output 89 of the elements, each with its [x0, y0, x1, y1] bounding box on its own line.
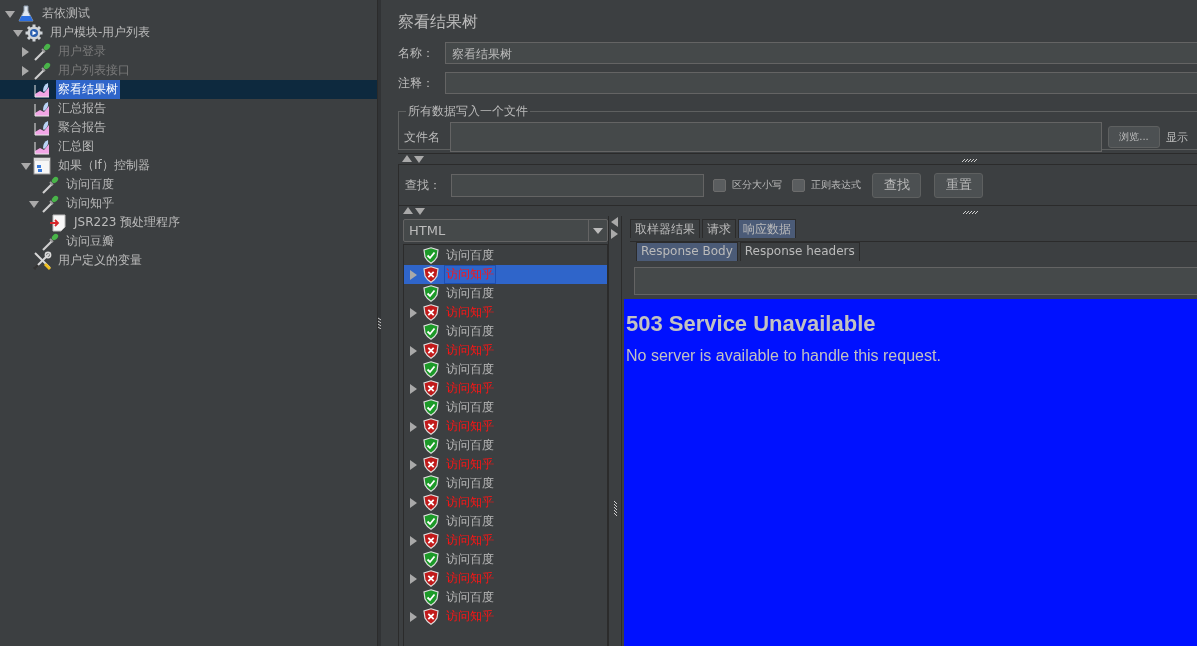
shield-cross-icon — [423, 342, 439, 359]
chart-icon — [34, 100, 50, 117]
shield-check-icon — [423, 513, 439, 530]
pipette-icon — [41, 175, 59, 194]
tree-item[interactable]: 察看结果树 — [56, 80, 120, 99]
dropdown-caret-icon — [593, 227, 603, 234]
dropdown-value: HTML — [408, 223, 447, 238]
log-option-label: 显示 — [1166, 129, 1188, 145]
search-field[interactable] — [451, 173, 704, 197]
group-title: 所有数据写入一个文件 — [407, 103, 529, 120]
tree-item[interactable]: 访问知乎 — [64, 194, 116, 213]
tools-icon — [32, 250, 52, 271]
field-label: 注释： — [398, 74, 435, 92]
gear-icon — [25, 23, 43, 42]
shield-check-icon — [423, 399, 439, 416]
tree-item[interactable]: 用户定义的变量 — [56, 251, 144, 270]
tab[interactable]: 请求 — [702, 219, 736, 238]
shield-check-icon — [423, 437, 439, 454]
shield-check-icon — [423, 361, 439, 378]
name-field[interactable]: 察看结果树 — [445, 42, 1197, 64]
filename-field[interactable] — [450, 122, 1102, 152]
tree-item[interactable]: 若依测试 — [40, 4, 92, 23]
browse-button[interactable]: 浏览... — [1108, 126, 1160, 148]
field-label: 名称： — [398, 44, 435, 62]
tab[interactable]: Response headers — [739, 242, 860, 261]
checkbox-label: 区分大小写 — [732, 178, 782, 192]
result-item[interactable]: 访问百度 — [445, 513, 495, 530]
tab[interactable]: 响应数据 — [738, 219, 796, 238]
chart-icon — [34, 119, 50, 136]
tab[interactable]: 取样器结果 — [630, 219, 700, 238]
script-icon — [50, 213, 66, 232]
renderer-dropdown[interactable]: HTML — [403, 219, 608, 242]
shield-cross-icon — [423, 570, 439, 587]
grip-icon[interactable] — [378, 317, 381, 329]
find-button[interactable]: 查找 — [872, 172, 921, 198]
reset-button[interactable]: 重置 — [934, 172, 983, 198]
shield-cross-icon — [423, 380, 439, 397]
shield-cross-icon — [423, 494, 439, 511]
tree-item[interactable]: 聚合报告 — [56, 118, 108, 137]
result-item[interactable]: 访问百度 — [445, 247, 495, 264]
tree-item[interactable]: 汇总报告 — [56, 99, 108, 118]
checkbox[interactable] — [792, 178, 805, 192]
response-heading: 503 Service Unavailable — [626, 311, 876, 337]
shield-check-icon — [423, 589, 439, 606]
field-label: 查找： — [405, 176, 441, 194]
field-label: 文件名 — [404, 128, 440, 146]
shield-check-icon — [423, 475, 439, 492]
chart-icon — [34, 138, 50, 155]
result-item[interactable]: 访问百度 — [445, 475, 495, 492]
pipette-icon — [41, 232, 59, 251]
result-item[interactable]: 访问百度 — [445, 361, 495, 378]
shield-check-icon — [423, 323, 439, 340]
result-item[interactable]: 访问百度 — [445, 323, 495, 340]
shield-check-icon — [423, 551, 439, 568]
tab[interactable]: Response Body — [636, 242, 738, 261]
tree-item[interactable]: 如果（If）控制器 — [56, 156, 152, 175]
grip-icon[interactable] — [961, 158, 977, 163]
shield-cross-icon — [423, 418, 439, 435]
shield-check-icon — [423, 285, 439, 302]
tree-item[interactable]: JSR223 预处理程序 — [72, 213, 183, 232]
tree-item[interactable]: 用户模块-用户列表 — [48, 23, 153, 42]
grip-icon[interactable] — [962, 210, 978, 215]
chart-icon — [34, 81, 50, 98]
result-item[interactable]: 访问百度 — [445, 437, 495, 454]
tree-item[interactable]: 访问豆瓣 — [64, 232, 116, 251]
flask-icon — [18, 4, 34, 23]
panel-title: 察看结果树 — [398, 12, 478, 33]
tree-item[interactable]: 访问百度 — [64, 175, 116, 194]
input-field[interactable] — [634, 267, 1197, 295]
shield-cross-icon — [423, 304, 439, 321]
checkbox[interactable] — [713, 178, 726, 192]
pipette-icon — [33, 61, 51, 80]
grip-icon[interactable] — [612, 500, 618, 516]
pipette-icon — [41, 194, 59, 213]
result-item[interactable]: 访问百度 — [445, 399, 495, 416]
shield-check-icon — [423, 247, 439, 264]
pipette-icon — [33, 42, 51, 61]
window-icon — [33, 156, 51, 175]
shield-cross-icon — [423, 266, 439, 283]
result-item[interactable]: 访问百度 — [445, 285, 495, 302]
tree-item[interactable]: 汇总图 — [56, 137, 96, 156]
result-item[interactable]: 访问百度 — [445, 551, 495, 568]
checkbox-label: 正则表达式 — [811, 178, 861, 192]
shield-cross-icon — [423, 608, 439, 625]
comment-field[interactable] — [445, 72, 1197, 94]
response-text: No server is available to handle this request. — [626, 347, 941, 365]
shield-cross-icon — [423, 456, 439, 473]
shield-cross-icon — [423, 532, 439, 549]
result-item[interactable]: 访问百度 — [445, 589, 495, 606]
